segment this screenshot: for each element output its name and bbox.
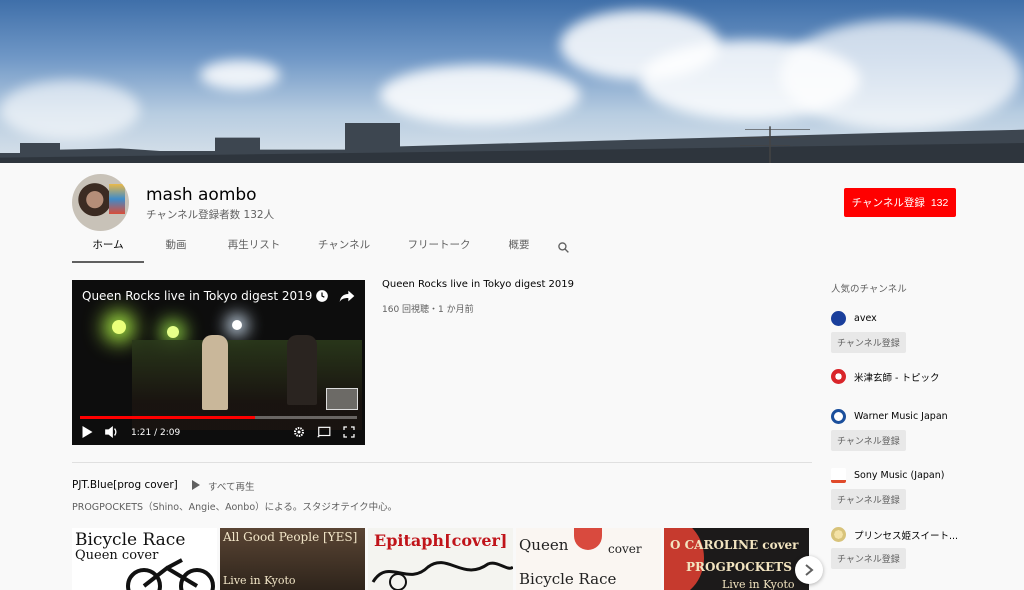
home-content: Queen Rocks live in Tokyo digest 2019 1:… (0, 263, 1024, 590)
thumb-text: Bicycle Race (519, 570, 617, 588)
thumb-text: Bicycle Race (75, 530, 186, 550)
settings-gear-icon[interactable] (293, 426, 305, 441)
subscribe-count: 132 (930, 196, 949, 209)
thumb-text: O CAROLINE cover (670, 538, 799, 552)
sidebar-channel-warner: Warner Music Japan チャンネル登録 (831, 409, 948, 451)
watch-later-icon[interactable] (315, 288, 329, 307)
sidebar-channel-link[interactable]: 米津玄師 - トピック (831, 369, 939, 384)
section-divider (72, 462, 812, 463)
channel-header: mash aombo チャンネル登録者数 132人 チャンネル登録 132 ホー… (0, 163, 1024, 263)
sidebar-channel-name: Warner Music Japan (854, 411, 948, 422)
playlist-shelf-title[interactable]: PJT.Blue[prog cover] (72, 479, 178, 491)
thumb-text: Epitaph[cover] (374, 531, 508, 550)
thumb-text: cover (608, 542, 642, 556)
thumbnail-o-caroline[interactable]: O CAROLINE cover PROGPOCKETS Live in Kyo… (664, 528, 809, 590)
sidebar-channel-link[interactable]: Warner Music Japan (831, 409, 948, 424)
yonezu-avatar-icon (831, 369, 846, 384)
city-skyline (0, 123, 1024, 163)
featured-video-meta: 160 回視聴・1 か月前 (382, 305, 474, 315)
playlist-shelf-description: PROGPOCKETS（Shino、Angie、Aonbo）による。スタジオテイ… (72, 502, 398, 513)
play-all-button[interactable]: すべて再生 (192, 479, 254, 493)
play-all-label: すべて再生 (208, 482, 255, 493)
bicycle-icon (126, 558, 215, 590)
share-icon[interactable] (339, 288, 355, 307)
player-overlay-title: Queen Rocks live in Tokyo digest 2019 (82, 289, 313, 303)
thumbnail-queen-bicycle[interactable]: Queen cover Bicycle Race (516, 528, 661, 590)
subscriber-count: チャンネル登録者数 132人 (146, 209, 275, 221)
sidebar-channel-name: Sony Music (Japan) (854, 470, 945, 481)
shelf-next-arrow-icon[interactable] (795, 556, 823, 584)
popular-channels-heading: 人気のチャンネル (831, 284, 907, 295)
sidebar-subscribe-button[interactable]: チャンネル登録 (831, 430, 906, 451)
sidebar-channel-sony: Sony Music (Japan) チャンネル登録 (831, 468, 944, 510)
tab-discussion[interactable]: フリートーク (388, 231, 490, 263)
fullscreen-icon[interactable] (343, 425, 355, 441)
sidebar-channel-name: 米津玄師 - トピック (854, 372, 940, 384)
epitaph-artwork (371, 561, 513, 590)
thumb-text: PROGPOCKETS (686, 560, 792, 574)
tab-home[interactable]: ホーム (72, 231, 144, 263)
tab-about[interactable]: 概要 (490, 231, 548, 263)
sidebar-channel-avex: avex チャンネル登録 (831, 311, 906, 353)
subscribe-button[interactable]: チャンネル登録 132 (844, 188, 956, 217)
avex-logo-icon (831, 311, 846, 326)
thumb-text: All Good People [YES] (223, 530, 358, 544)
playlist-thumbnails: Bicycle Race Queen cover All Good People… (72, 528, 812, 590)
featured-video-title[interactable]: Queen Rocks live in Tokyo digest 2019 (382, 279, 574, 290)
princess-avatar-icon (831, 527, 846, 542)
warner-logo-icon (831, 409, 846, 424)
video-time: 1:21 / 2:09 (131, 428, 181, 438)
play-icon[interactable] (82, 425, 93, 441)
sidebar-subscribe-button[interactable]: チャンネル登録 (831, 548, 906, 569)
sidebar-channel-link[interactable]: avex (831, 311, 906, 326)
thumb-text: Live in Kyoto (722, 578, 795, 590)
thumbnail-bicycle-race[interactable]: Bicycle Race Queen cover (72, 528, 217, 590)
thumbnail-epitaph[interactable]: Epitaph[cover] (368, 528, 513, 590)
thumbnail-all-good-people[interactable]: All Good People [YES] Live in Kyoto (220, 528, 365, 590)
channel-banner (0, 0, 1024, 163)
tab-playlists[interactable]: 再生リスト (208, 231, 300, 263)
featured-video-player[interactable]: Queen Rocks live in Tokyo digest 2019 1:… (72, 280, 365, 445)
search-icon[interactable] (548, 231, 578, 263)
sidebar-channel-yonezu: 米津玄師 - トピック (831, 369, 939, 384)
tab-channels[interactable]: チャンネル (300, 231, 388, 263)
sidebar-channel-princess: プリンセス姫スイート... チャンネル登録 (831, 527, 958, 569)
channel-name: mash aombo (146, 185, 257, 205)
play-all-icon (192, 479, 200, 493)
sidebar-channel-link[interactable]: Sony Music (Japan) (831, 468, 944, 483)
sidebar-subscribe-button[interactable]: チャンネル登録 (831, 332, 906, 353)
volume-icon[interactable] (105, 425, 119, 441)
subscribe-label: チャンネル登録 (851, 197, 925, 209)
sidebar-subscribe-button[interactable]: チャンネル登録 (831, 489, 906, 510)
thumb-text: Queen (519, 536, 569, 554)
cast-icon[interactable] (317, 426, 331, 441)
sidebar-channel-name: プリンセス姫スイート... (854, 530, 959, 542)
sony-logo-icon (831, 468, 846, 483)
thumb-text: Live in Kyoto (223, 574, 296, 587)
sidebar-channel-link[interactable]: プリンセス姫スイート... (831, 527, 958, 542)
channel-avatar[interactable] (72, 174, 129, 231)
tab-videos[interactable]: 動画 (144, 231, 208, 263)
video-progress-bar[interactable] (80, 416, 357, 419)
channel-tabs: ホーム 動画 再生リスト チャンネル フリートーク 概要 (72, 231, 578, 263)
sidebar-channel-name: avex (854, 313, 877, 324)
